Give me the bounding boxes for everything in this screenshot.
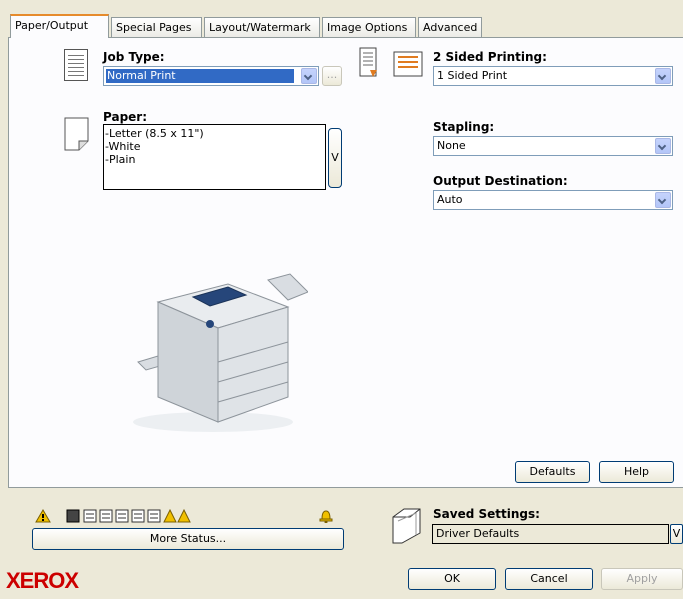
two-sided-label: 2 Sided Printing: [433,50,547,64]
stapling-dropdown-icon[interactable] [655,138,671,154]
job-type-label: Job Type: [103,50,165,64]
help-button[interactable]: Help [599,461,674,483]
printer-image [133,273,308,432]
two-sided-icon [359,47,423,77]
output-destination-value: Auto [437,193,463,206]
cancel-button[interactable]: Cancel [505,568,593,590]
output-destination-label: Output Destination: [433,174,568,188]
output-destination-select[interactable]: Auto [433,190,673,210]
paper-type-line: -Plain [105,153,136,166]
more-status-button[interactable]: More Status... [32,528,344,550]
two-sided-dropdown-icon[interactable] [655,68,671,84]
paper-color-line: -White [105,140,141,153]
job-type-ellipsis-button[interactable]: ... [322,66,342,86]
paper-button[interactable]: V [328,128,342,188]
ok-button[interactable]: OK [408,568,496,590]
tab-layout-watermark[interactable]: Layout/Watermark [204,17,320,37]
stapling-label: Stapling: [433,120,495,134]
tab-image-options[interactable]: Image Options [322,17,416,37]
xerox-logo: XEROX [6,568,79,593]
apply-button[interactable]: Apply [601,568,683,590]
paper-icon [64,117,89,151]
stapling-value: None [437,139,466,152]
tray-status-icons [66,509,191,523]
two-sided-value: 1 Sided Print [437,69,508,82]
output-destination-dropdown-icon[interactable] [655,192,671,208]
saved-settings-label: Saved Settings: [433,507,540,521]
job-type-select[interactable]: Normal Print [103,66,319,86]
warning-icon [35,509,51,523]
tab-paper-output[interactable]: Paper/Output [10,14,109,38]
two-sided-select[interactable]: 1 Sided Print [433,66,673,86]
tab-panel [8,37,683,488]
job-type-value: Normal Print [107,69,176,82]
saved-settings-button[interactable]: V [670,524,683,544]
paper-size-line: -Letter (8.5 x 11") [105,127,204,140]
stapling-select[interactable]: None [433,136,673,156]
tab-special-pages[interactable]: Special Pages [111,17,202,37]
bell-icon [319,510,333,523]
job-type-icon [64,49,88,81]
job-type-dropdown-icon[interactable] [301,68,317,84]
paper-label: Paper: [103,110,148,124]
folder-icon [392,508,421,544]
defaults-button[interactable]: Defaults [515,461,590,483]
paper-summary: -Letter (8.5 x 11") -White -Plain [103,124,326,190]
saved-settings-field[interactable]: Driver Defaults [432,524,669,544]
tab-advanced[interactable]: Advanced [418,17,482,37]
saved-settings-value: Driver Defaults [436,527,520,540]
